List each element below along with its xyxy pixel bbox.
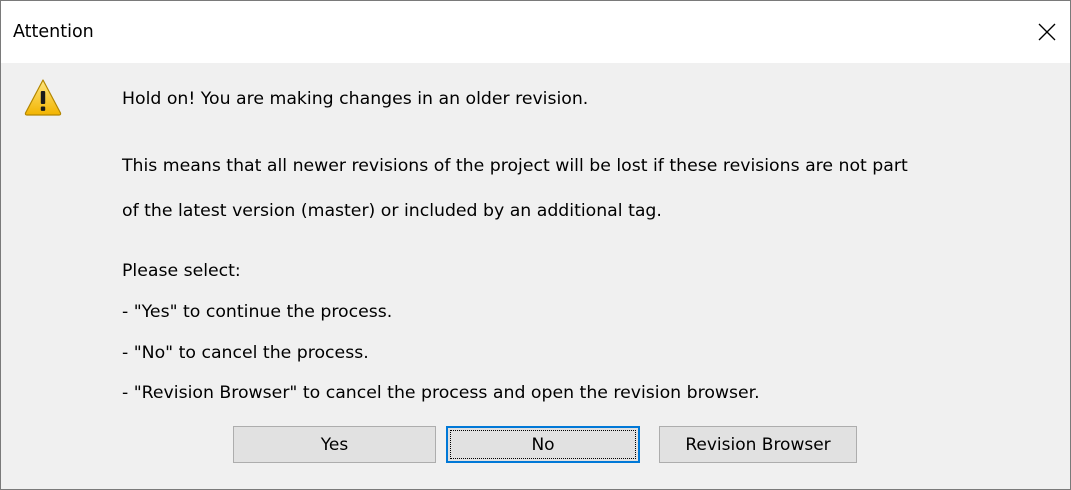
no-button[interactable]: No <box>446 426 640 463</box>
message-detail-line2: of the latest version (master) or includ… <box>122 201 662 221</box>
yes-button-label: Yes <box>320 434 349 455</box>
dialog-title: Attention <box>13 22 94 42</box>
message-intro: Hold on! You are making changes in an ol… <box>122 89 589 109</box>
message-option-revision-browser: - "Revision Browser" to cancel the proce… <box>122 383 760 403</box>
attention-dialog: Attention Hold on! You are making change… <box>0 0 1071 490</box>
revision-browser-button-label: Revision Browser <box>685 434 831 455</box>
warning-icon <box>24 79 62 116</box>
close-icon <box>1038 23 1056 41</box>
message-detail-line1: This means that all newer revisions of t… <box>122 156 908 176</box>
revision-browser-button[interactable]: Revision Browser <box>659 426 857 463</box>
title-bar: Attention <box>1 1 1070 63</box>
no-button-label: No <box>531 434 555 455</box>
message-option-yes: - "Yes" to continue the process. <box>122 302 393 322</box>
message-option-no: - "No" to cancel the process. <box>122 343 369 363</box>
yes-button[interactable]: Yes <box>233 426 436 463</box>
close-button[interactable] <box>1024 1 1070 63</box>
message-select-heading: Please select: <box>122 261 241 281</box>
